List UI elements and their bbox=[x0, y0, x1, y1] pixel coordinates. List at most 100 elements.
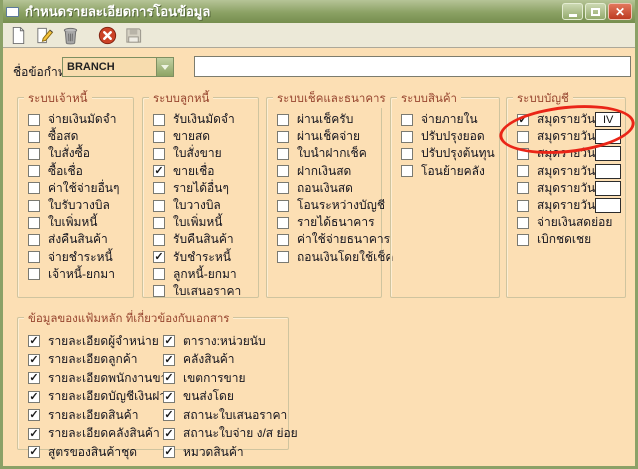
minimize-icon bbox=[569, 14, 577, 17]
checkbox[interactable] bbox=[153, 217, 165, 229]
checkbox[interactable] bbox=[28, 182, 40, 194]
checkbox[interactable] bbox=[517, 234, 529, 246]
checkbox-label: ผ่านเช็ครับ bbox=[297, 110, 353, 129]
edit-button[interactable] bbox=[33, 25, 56, 46]
checkbox-row: ✓ สูตรของสินค้าชุด bbox=[18, 443, 153, 462]
journal-code-input[interactable] bbox=[595, 198, 621, 213]
checkbox[interactable]: ✓ bbox=[28, 335, 40, 347]
checkbox[interactable]: ✓ bbox=[28, 391, 40, 403]
delete-button[interactable] bbox=[59, 25, 82, 46]
save-button[interactable] bbox=[122, 25, 145, 46]
checkbox[interactable] bbox=[277, 251, 289, 263]
checkbox[interactable] bbox=[277, 114, 289, 126]
checkbox-label: ปรับปรุงต้นทุน bbox=[421, 144, 495, 163]
group-accounts-payable: ระบบเจ้าหนี้ จ่ายเงินมัดจำ ซื้อสด ใบสั่ง… bbox=[17, 97, 134, 298]
checkbox[interactable] bbox=[153, 285, 165, 297]
checkbox[interactable] bbox=[277, 148, 289, 160]
definition-name-combobox[interactable]: BRANCH bbox=[62, 57, 174, 77]
checkbox-label: สมุดรายวัน bbox=[537, 127, 595, 146]
checkbox-row: รายได้อื่นๆ bbox=[143, 180, 258, 197]
checkbox[interactable] bbox=[153, 131, 165, 143]
checkbox[interactable] bbox=[401, 148, 413, 160]
checkbox[interactable] bbox=[277, 234, 289, 246]
checkbox[interactable] bbox=[517, 131, 529, 143]
group-accounting: ระบบบัญชี ✓ สมุดรายวัน IV สมุดรายวัน สมุ… bbox=[506, 97, 626, 298]
checkbox-label: ใบวางบิล bbox=[173, 196, 221, 215]
maximize-button[interactable] bbox=[585, 3, 606, 20]
checkbox[interactable] bbox=[277, 217, 289, 229]
checkbox[interactable] bbox=[153, 148, 165, 160]
cancel-icon bbox=[98, 26, 117, 45]
checkbox[interactable]: ✓ bbox=[28, 354, 40, 366]
checkbox[interactable]: ✓ bbox=[163, 428, 175, 440]
checkbox[interactable]: ✓ bbox=[153, 251, 165, 263]
checkbox[interactable] bbox=[28, 251, 40, 263]
new-document-button[interactable] bbox=[7, 25, 30, 46]
checkbox[interactable]: ✓ bbox=[517, 114, 529, 126]
checkbox[interactable] bbox=[28, 165, 40, 177]
checkbox[interactable]: ✓ bbox=[153, 165, 165, 177]
checkbox[interactable]: ✓ bbox=[28, 428, 40, 440]
checkbox[interactable] bbox=[517, 148, 529, 160]
maximize-icon bbox=[591, 8, 600, 16]
checkbox-row: สมุดรายวัน bbox=[507, 197, 625, 214]
checkbox-label: สมุดรายวัน bbox=[537, 162, 595, 181]
checkbox[interactable]: ✓ bbox=[28, 446, 40, 458]
minimize-button[interactable] bbox=[562, 3, 583, 20]
checkbox-label: สมุดรายวัน bbox=[537, 196, 595, 215]
close-button[interactable]: ✕ bbox=[608, 3, 632, 20]
toolbar bbox=[3, 23, 635, 48]
checkbox[interactable] bbox=[28, 234, 40, 246]
journal-code-input[interactable]: IV bbox=[595, 112, 621, 127]
checkbox-list: จ่ายภายใน ปรับปรุงยอด ปรับปรุงต้นทุน โอน… bbox=[391, 98, 499, 180]
checkbox[interactable] bbox=[401, 131, 413, 143]
checkbox[interactable] bbox=[28, 200, 40, 212]
checkbox-label: ค่าใช้จ่ายธนาคาร bbox=[297, 230, 390, 249]
checkbox[interactable] bbox=[401, 165, 413, 177]
journal-code-input[interactable] bbox=[595, 146, 621, 161]
checkbox[interactable] bbox=[277, 131, 289, 143]
checkbox[interactable] bbox=[28, 114, 40, 126]
cancel-button[interactable] bbox=[96, 25, 119, 46]
checkbox-row: ✓ ขายเชื่อ bbox=[143, 163, 258, 180]
checkbox[interactable] bbox=[153, 182, 165, 194]
checkbox[interactable]: ✓ bbox=[28, 372, 40, 384]
checkbox-row: ซื้อเชื่อ bbox=[18, 163, 133, 180]
journal-code-input[interactable] bbox=[595, 164, 621, 179]
checkbox[interactable] bbox=[28, 148, 40, 160]
checkbox[interactable] bbox=[277, 165, 289, 177]
checkbox[interactable]: ✓ bbox=[163, 335, 175, 347]
group-cheque-bank: ระบบเช็คและธนาคาร ผ่านเช็ครับ ผ่านเช็คจ่… bbox=[266, 97, 382, 298]
checkbox-row: รายได้ธนาคาร bbox=[267, 214, 381, 231]
journal-code-input[interactable] bbox=[595, 129, 621, 144]
checkbox[interactable] bbox=[401, 114, 413, 126]
checkbox-label: ใบสั่งซื้อ bbox=[48, 144, 90, 163]
checkbox-row: ✓ ตาราง:หน่วยนับ bbox=[153, 332, 288, 351]
checkbox-row: เบิกชดเชย bbox=[507, 231, 625, 248]
checkbox[interactable]: ✓ bbox=[163, 446, 175, 458]
checkbox[interactable]: ✓ bbox=[163, 372, 175, 384]
checkbox[interactable] bbox=[153, 114, 165, 126]
checkbox[interactable] bbox=[153, 268, 165, 280]
group-accounts-receivable: ระบบลูกหนี้ รับเงินมัดจำ ขายสด ใบสั่งขาย bbox=[142, 97, 259, 298]
checkbox[interactable]: ✓ bbox=[163, 409, 175, 421]
checkbox[interactable] bbox=[28, 217, 40, 229]
checkbox[interactable] bbox=[28, 131, 40, 143]
checkbox[interactable] bbox=[277, 200, 289, 212]
checkbox[interactable] bbox=[28, 268, 40, 280]
description-input[interactable] bbox=[194, 56, 631, 77]
combobox-dropdown-button[interactable] bbox=[156, 58, 173, 76]
checkbox[interactable] bbox=[277, 182, 289, 194]
checkbox[interactable]: ✓ bbox=[28, 409, 40, 421]
checkbox[interactable] bbox=[517, 217, 529, 229]
checkbox[interactable] bbox=[153, 200, 165, 212]
checkbox[interactable] bbox=[517, 182, 529, 194]
checkbox[interactable]: ✓ bbox=[163, 354, 175, 366]
checkbox[interactable] bbox=[517, 200, 529, 212]
checkbox[interactable] bbox=[153, 234, 165, 246]
checkbox[interactable]: ✓ bbox=[163, 391, 175, 403]
checkbox[interactable] bbox=[517, 165, 529, 177]
checkbox-row: ผ่านเช็ครับ bbox=[267, 111, 381, 128]
journal-code-input[interactable] bbox=[595, 181, 621, 196]
checkbox-label: รับคืนสินค้า bbox=[173, 230, 234, 249]
